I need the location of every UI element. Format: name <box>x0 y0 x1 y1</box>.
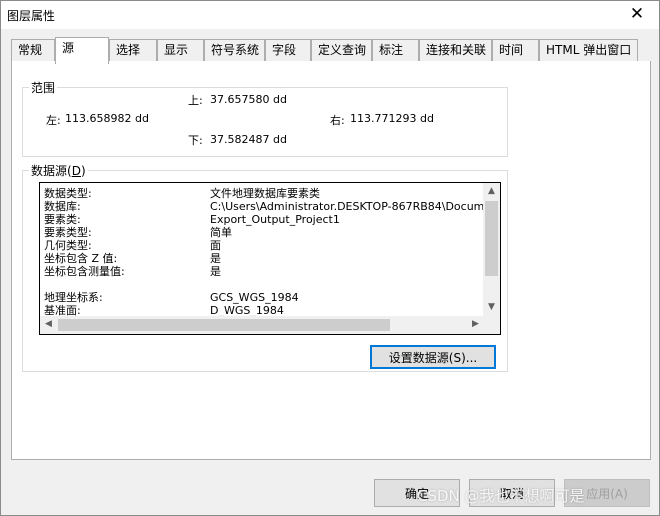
scrollbar-corner <box>483 316 500 334</box>
chevron-right-icon[interactable]: ▶ <box>467 316 484 333</box>
extent-left-label: 左: <box>46 114 61 127</box>
vertical-scroll-thumb[interactable] <box>485 201 498 276</box>
layer-properties-dialog: 图层属性 ✕ 常规 源 选择 显示 符号系统 字段 定义查询 标注 连接和关联 … <box>0 0 660 516</box>
chevron-down-icon[interactable]: ▼ <box>483 299 500 316</box>
tab-labels[interactable]: 标注 <box>372 39 419 62</box>
tab-display[interactable]: 显示 <box>157 39 204 62</box>
tab-definition-query[interactable]: 定义查询 <box>311 39 372 62</box>
tab-time[interactable]: 时间 <box>492 39 539 62</box>
extent-right-label: 右: <box>330 114 345 127</box>
tab-strip: 常规 源 选择 显示 符号系统 字段 定义查询 标注 连接和关联 时间 HTML… <box>11 37 651 64</box>
extent-right-value: 113.771293 dd <box>350 112 434 125</box>
title-bar: 图层属性 ✕ <box>1 1 659 29</box>
horizontal-scrollbar[interactable]: ◀ ▶ <box>40 316 484 334</box>
extent-top-value: 37.657580 dd <box>210 93 287 106</box>
datasource-legend: 数据源(D) <box>31 164 86 178</box>
tab-joins-relates[interactable]: 连接和关联 <box>419 39 492 62</box>
datasource-listbox[interactable]: 数据类型: 文件地理数据库要素类 数据库: C:\Users\Administrat… <box>39 182 501 335</box>
chevron-up-icon[interactable]: ▲ <box>483 183 500 200</box>
tab-fields[interactable]: 字段 <box>265 39 311 62</box>
extent-top-label: 上: <box>188 94 203 107</box>
horizontal-scroll-thumb[interactable] <box>58 319 390 331</box>
extent-legend: 范围 <box>31 81 56 95</box>
csdn-watermark: CSDN @我也不想啊可是 <box>417 487 585 505</box>
tab-source[interactable]: 源 <box>55 37 109 64</box>
vertical-scrollbar[interactable]: ▲ ▼ <box>483 183 500 316</box>
extent-left-value: 113.658982 dd <box>65 112 149 125</box>
close-icon[interactable]: ✕ <box>625 3 649 25</box>
tab-selection[interactable]: 选择 <box>109 39 157 62</box>
tab-html-popup[interactable]: HTML 弹出窗口 <box>539 39 638 62</box>
window-title: 图层属性 <box>7 9 56 23</box>
tab-symbology[interactable]: 符号系统 <box>204 39 265 62</box>
extent-bottom-value: 37.582487 dd <box>210 133 287 146</box>
chevron-left-icon[interactable]: ◀ <box>40 316 57 333</box>
tab-general[interactable]: 常规 <box>11 39 55 62</box>
source-tab-page: 范围 上: 37.657580 dd 左: 113.658982 dd 右: 1… <box>11 61 651 460</box>
set-data-source-button[interactable]: 设置数据源(S)... <box>370 345 496 369</box>
extent-bottom-label: 下: <box>188 134 203 147</box>
